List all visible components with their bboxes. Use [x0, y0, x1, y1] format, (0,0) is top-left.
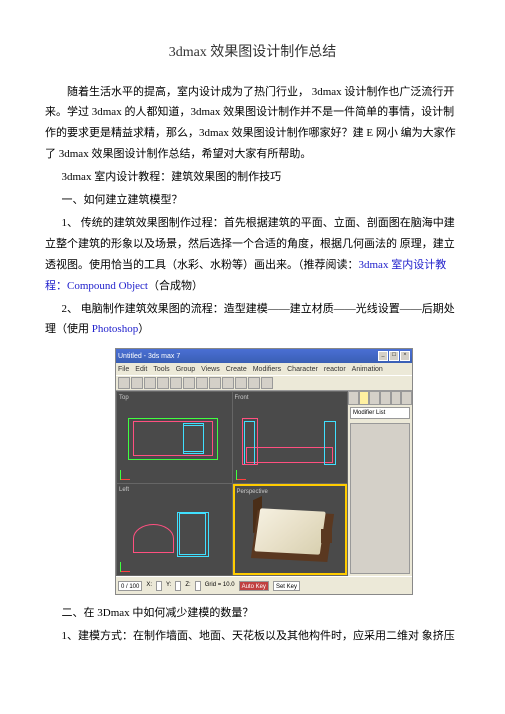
- viewport-perspective-label: Perspective: [237, 487, 268, 498]
- motion-tab-icon[interactable]: [380, 391, 391, 405]
- viewport-left-label: Left: [119, 485, 129, 496]
- menu-modifiers[interactable]: Modifiers: [253, 363, 281, 376]
- intro-paragraph: 随着生活水平的提高，室内设计成为了热门行业， 3dmax 设计制作也广泛流行开来…: [45, 82, 460, 166]
- display-tab-icon[interactable]: [391, 391, 402, 405]
- viewport-perspective[interactable]: Perspective: [233, 484, 348, 575]
- window-title-text: Untitled - 3ds max 7: [118, 350, 180, 363]
- coord-z-field[interactable]: [195, 581, 201, 591]
- subheading-tutorial: 3dmax 室内设计教程：建筑效果图的制作技巧: [45, 167, 460, 188]
- bed-model: [254, 512, 331, 560]
- item-2-1: 1、建模方式：在制作墙面、地面、天花板以及其他构件时，应采用二维对 象挤压: [45, 626, 460, 647]
- link-icon[interactable]: [144, 377, 156, 389]
- work-area: Top Front Left: [116, 391, 412, 576]
- close-button[interactable]: ×: [400, 351, 410, 361]
- create-tab-icon[interactable]: [348, 391, 359, 405]
- command-panel-tabs[interactable]: [348, 391, 412, 405]
- coord-z-label: Z:: [185, 580, 190, 591]
- frame-counter: 0 / 100: [118, 581, 142, 591]
- coord-x-field[interactable]: [156, 581, 162, 591]
- menu-edit[interactable]: Edit: [135, 363, 147, 376]
- menu-animation[interactable]: Animation: [352, 363, 383, 376]
- scale-icon[interactable]: [196, 377, 208, 389]
- minimize-button[interactable]: _: [378, 351, 388, 361]
- rotate-icon[interactable]: [183, 377, 195, 389]
- viewports: Top Front Left: [116, 391, 348, 576]
- section-1-heading: 一、如何建立建筑模型？: [45, 190, 460, 211]
- auto-key-button[interactable]: Auto Key: [239, 581, 269, 591]
- select-icon[interactable]: [157, 377, 169, 389]
- item-1-2: 2、 电脑制作建筑效果图的流程：造型建模——建立材质——光线设置——后期处理（使…: [45, 299, 460, 341]
- redo-icon[interactable]: [131, 377, 143, 389]
- window-titlebar: Untitled - 3ds max 7 _ □ ×: [116, 349, 412, 363]
- axis-gizmo-icon: [236, 466, 250, 480]
- viewport-front[interactable]: Front: [233, 392, 348, 483]
- item-1-2-suffix: ）: [138, 323, 149, 335]
- menu-views[interactable]: Views: [201, 363, 220, 376]
- viewport-front-label: Front: [235, 393, 249, 404]
- coord-y-label: Y:: [166, 580, 171, 591]
- modifier-stack[interactable]: [350, 423, 410, 574]
- axis-gizmo-icon: [120, 558, 134, 572]
- utilities-tab-icon[interactable]: [401, 391, 412, 405]
- command-panel[interactable]: Modifier List: [348, 391, 412, 576]
- menu-reactor[interactable]: reactor: [324, 363, 346, 376]
- material-icon[interactable]: [248, 377, 260, 389]
- item-1-1-suffix: （合成物）: [148, 280, 203, 292]
- link-photoshop: Photoshop: [92, 323, 138, 335]
- align-icon[interactable]: [235, 377, 247, 389]
- modifier-list-dropdown[interactable]: Modifier List: [350, 407, 410, 419]
- status-bar: 0 / 100 X: Y: Z: Grid = 10.0 Auto Key Se…: [116, 576, 412, 594]
- coord-y-field[interactable]: [175, 581, 181, 591]
- window-controls: _ □ ×: [378, 351, 410, 361]
- mirror-icon[interactable]: [222, 377, 234, 389]
- menu-tools[interactable]: Tools: [153, 363, 169, 376]
- viewport-top-label: Top: [119, 393, 129, 404]
- undo-icon[interactable]: [118, 377, 130, 389]
- axis-gizmo-icon: [120, 466, 134, 480]
- grid-label: Grid = 10.0: [205, 580, 235, 591]
- menu-character[interactable]: Character: [287, 363, 318, 376]
- snap-icon[interactable]: [209, 377, 221, 389]
- section-2-heading: 二、在 3Dmax 中如何减少建模的数量？: [45, 603, 460, 624]
- menu-group[interactable]: Group: [176, 363, 195, 376]
- item-1-1: 1、 传统的建筑效果图制作过程：首先根据建筑的平面、立面、剖面图在脑海中建立整个…: [45, 213, 460, 297]
- viewport-left[interactable]: Left: [117, 484, 232, 575]
- coord-x-label: X:: [146, 580, 152, 591]
- menu-file[interactable]: File: [118, 363, 129, 376]
- page-title: 3dmax 效果图设计制作总结: [45, 40, 460, 67]
- modify-tab-icon[interactable]: [359, 391, 370, 405]
- menu-create[interactable]: Create: [226, 363, 247, 376]
- menu-bar[interactable]: File Edit Tools Group Views Create Modif…: [116, 363, 412, 375]
- set-key-button[interactable]: Set Key: [273, 581, 300, 591]
- main-toolbar[interactable]: [116, 375, 412, 391]
- render-icon[interactable]: [261, 377, 273, 389]
- viewport-top[interactable]: Top: [117, 392, 232, 483]
- maximize-button[interactable]: □: [389, 351, 399, 361]
- embedded-screenshot-3dsmax: Untitled - 3ds max 7 _ □ × File Edit Too…: [115, 348, 413, 595]
- move-icon[interactable]: [170, 377, 182, 389]
- hierarchy-tab-icon[interactable]: [369, 391, 380, 405]
